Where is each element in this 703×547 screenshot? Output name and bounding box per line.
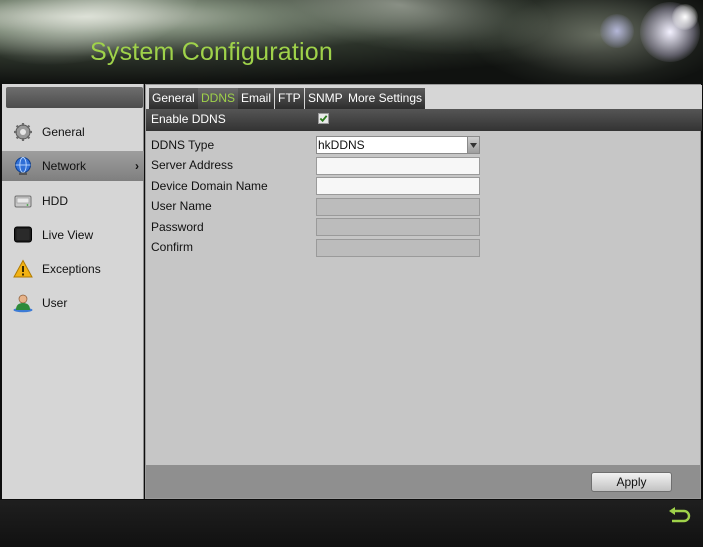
tab-general[interactable]: General: [149, 88, 198, 109]
action-bar: Apply: [146, 465, 700, 498]
password-label: Password: [151, 220, 204, 234]
user-name-input[interactable]: [316, 198, 480, 216]
hdd-icon: [12, 190, 34, 212]
sidebar-item-hdd[interactable]: HDD: [2, 186, 144, 216]
sidebar-item-label: General: [42, 125, 85, 139]
sidebar-item-label: HDD: [42, 194, 68, 208]
config-panel: General DDNS Email FTP SNMP More Setting…: [145, 84, 702, 499]
decorative-bokeh: [672, 4, 698, 30]
warning-icon: [12, 258, 34, 280]
sidebar-item-exceptions[interactable]: Exceptions: [2, 254, 144, 284]
tab-ddns[interactable]: DDNS: [198, 88, 239, 109]
confirm-password-input[interactable]: [316, 239, 480, 257]
sidebar-header-bar: [6, 87, 143, 108]
network-globe-icon: [12, 155, 34, 177]
sidebar-item-general[interactable]: General: [2, 117, 144, 147]
password-input[interactable]: [316, 218, 480, 236]
sidebar-item-label: Exceptions: [42, 262, 101, 276]
enable-ddns-row: Enable DDNS: [146, 109, 702, 131]
device-domain-name-input[interactable]: [316, 177, 480, 195]
sidebar-item-label: User: [42, 296, 68, 310]
user-icon: [12, 292, 34, 314]
enable-ddns-label: Enable DDNS: [151, 112, 226, 126]
server-address-label: Server Address: [151, 158, 234, 172]
monitor-icon: [12, 224, 34, 246]
sidebar-item-label: Live View: [42, 228, 94, 242]
chevron-down-icon[interactable]: [467, 137, 479, 153]
gear-icon: [12, 121, 34, 143]
decorative-bokeh: [600, 14, 634, 48]
ddns-type-label: DDNS Type: [151, 138, 215, 152]
app-window: System Configuration General Network › H…: [0, 0, 703, 547]
ddns-type-value: hkDDNS: [318, 138, 365, 152]
device-domain-name-label: Device Domain Name: [151, 179, 268, 193]
sidebar-item-network[interactable]: Network ›: [2, 151, 144, 181]
tab-ftp[interactable]: FTP: [275, 88, 304, 109]
header-banner: System Configuration: [0, 0, 703, 84]
apply-button[interactable]: Apply: [591, 472, 672, 492]
checkmark-icon: [319, 115, 328, 123]
footer-bar: [0, 500, 703, 547]
sidebar-item-label: Network: [42, 159, 87, 173]
sidebar: General Network › HDD Live View Exceptio…: [2, 84, 144, 499]
sidebar-item-user[interactable]: User: [2, 288, 144, 318]
confirm-label: Confirm: [151, 240, 194, 254]
sidebar-item-live-view[interactable]: Live View: [2, 220, 144, 250]
page-title: System Configuration: [90, 38, 334, 66]
user-name-label: User Name: [151, 199, 212, 213]
server-address-input[interactable]: [316, 157, 480, 175]
tab-email[interactable]: Email: [238, 88, 275, 109]
ddns-type-select[interactable]: hkDDNS: [316, 136, 480, 154]
back-arrow-icon[interactable]: [668, 506, 692, 526]
tab-more-settings[interactable]: More Settings: [345, 88, 426, 109]
tab-snmp[interactable]: SNMP: [305, 88, 346, 109]
tab-bar: General DDNS Email FTP SNMP More Setting…: [146, 85, 702, 109]
chevron-right-icon: ›: [135, 159, 139, 173]
enable-ddns-checkbox[interactable]: [318, 113, 329, 124]
